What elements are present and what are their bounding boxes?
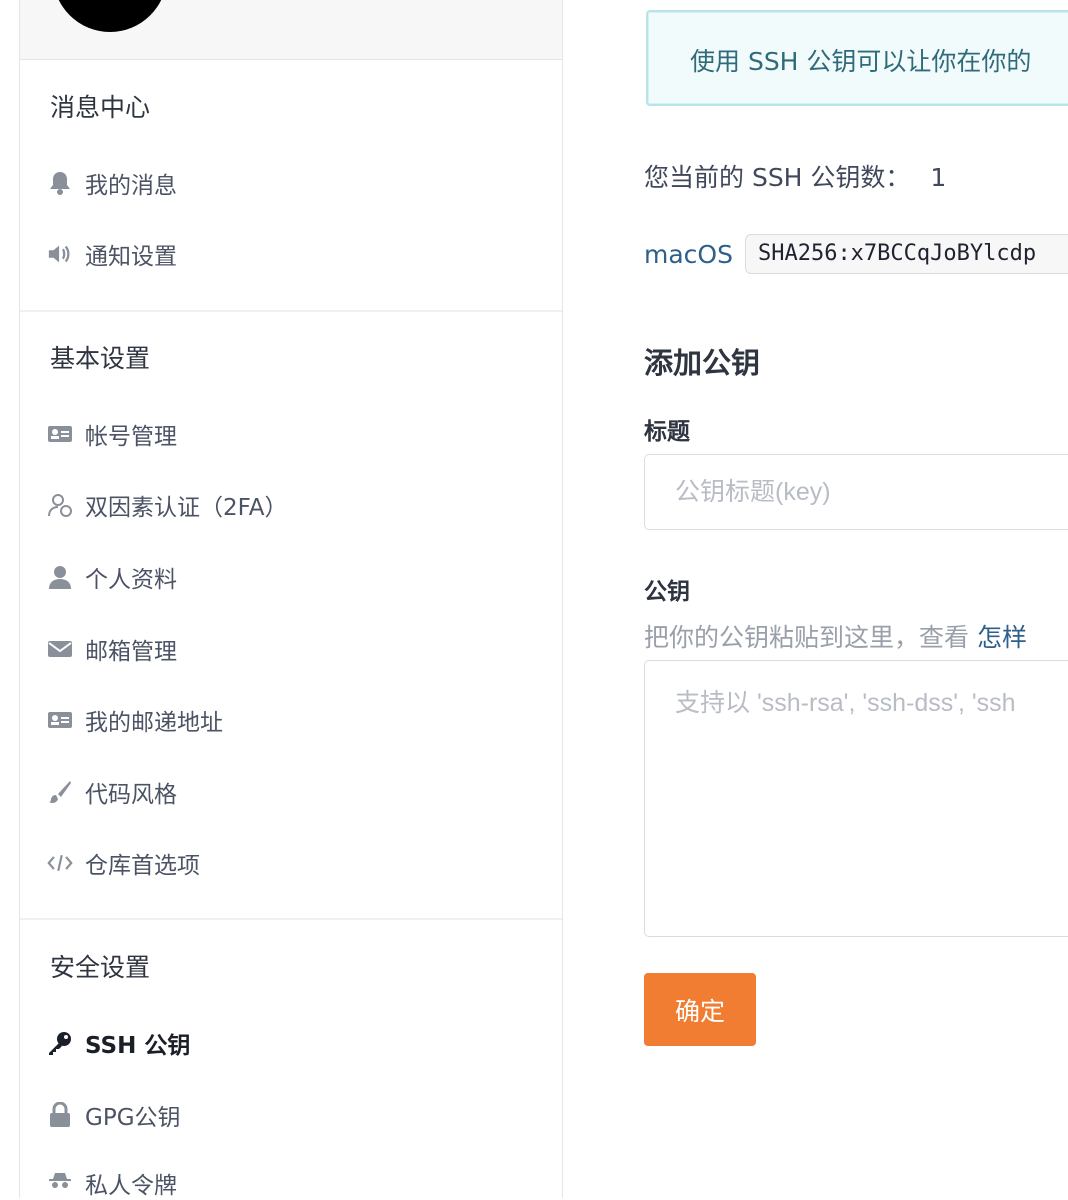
section-title-security-settings: 安全设置 xyxy=(50,953,151,982)
sidebar-item-2fa[interactable]: 双因素认证（2FA） xyxy=(47,488,288,522)
sidebar-item-email[interactable]: 邮箱管理 xyxy=(47,632,177,666)
sidebar-item-label: 邮箱管理 xyxy=(85,639,177,665)
user-icon xyxy=(47,564,73,590)
section-title-messages: 消息中心 xyxy=(50,93,151,122)
sidebar-item-profile[interactable]: 个人资料 xyxy=(47,560,177,594)
settings-sidebar: 消息中心 我的消息 通知设置 基本设置 帐号管理 双因素认证（2FA） 个人资料 xyxy=(19,0,563,1200)
sidebar-item-label: 代码风格 xyxy=(85,782,177,808)
divider xyxy=(20,918,562,920)
info-message-text: 使用 SSH 公钥可以让你在你的 xyxy=(690,47,1032,76)
public-key-textarea[interactable] xyxy=(644,660,1068,937)
sidebar-item-private-tokens[interactable]: 私人令牌 xyxy=(47,1166,177,1200)
key-icon xyxy=(47,1030,73,1056)
ssh-key-count: 您当前的 SSH 公钥数： 1 xyxy=(644,158,946,194)
info-message: 使用 SSH 公钥可以让你在你的 xyxy=(646,10,1068,106)
paint-brush-icon xyxy=(47,779,73,805)
user-outline-icon xyxy=(47,492,73,518)
key-hint-text: 把你的公钥粘贴到这里，查看 xyxy=(644,623,977,652)
sidebar-item-label: 帐号管理 xyxy=(85,424,177,450)
sidebar-item-label: 我的消息 xyxy=(85,173,177,199)
sidebar-item-code-style[interactable]: 代码风格 xyxy=(47,775,177,809)
section-title-basic-settings: 基本设置 xyxy=(50,344,151,373)
lock-icon xyxy=(47,1102,73,1128)
ssh-key-item: macOS SHA256:x7BCCqJoBYlcdp xyxy=(644,234,1068,274)
bell-icon xyxy=(47,170,73,196)
spy-icon xyxy=(47,1170,73,1196)
ssh-keys-panel: 使用 SSH 公钥可以让你在你的 您当前的 SSH 公钥数： 1 macOS S… xyxy=(644,0,1068,1186)
add-key-heading: 添加公钥 xyxy=(644,346,761,380)
sidebar-item-label: 仓库首选项 xyxy=(85,853,200,879)
sidebar-item-ssh-keys[interactable]: SSH 公钥 xyxy=(47,1026,190,1060)
ssh-key-name[interactable]: macOS xyxy=(644,240,733,269)
code-icon xyxy=(47,850,73,876)
id-card-icon xyxy=(47,707,73,733)
ssh-key-fingerprint: SHA256:x7BCCqJoBYlcdp xyxy=(744,234,1068,274)
key-hint: 把你的公钥粘贴到这里，查看 怎样 xyxy=(644,618,1027,654)
ssh-key-count-value: 1 xyxy=(930,163,947,192)
ssh-key-count-label: 您当前的 SSH 公钥数： xyxy=(644,163,911,192)
sidebar-item-repo-preferences[interactable]: 仓库首选项 xyxy=(47,846,200,880)
sidebar-item-label: 通知设置 xyxy=(85,244,177,270)
sidebar-item-label: 我的邮递地址 xyxy=(85,710,223,736)
divider xyxy=(20,310,562,312)
sidebar-item-label: 个人资料 xyxy=(85,567,177,593)
envelope-icon xyxy=(47,636,73,662)
key-title-input[interactable] xyxy=(644,454,1068,530)
how-to-link[interactable]: 怎样 xyxy=(977,623,1027,652)
sidebar-item-account[interactable]: 帐号管理 xyxy=(47,417,177,451)
avatar[interactable] xyxy=(53,0,167,32)
sidebar-item-label: 私人令牌 xyxy=(85,1173,177,1199)
submit-button[interactable]: 确定 xyxy=(644,973,756,1046)
sidebar-item-label: 双因素认证（2FA） xyxy=(85,495,288,521)
speaker-icon xyxy=(47,241,73,267)
sidebar-item-notification-settings[interactable]: 通知设置 xyxy=(47,237,177,271)
sidebar-item-label: SSH 公钥 xyxy=(85,1033,191,1059)
sidebar-item-my-messages[interactable]: 我的消息 xyxy=(47,166,177,200)
sidebar-item-mailing-address[interactable]: 我的邮递地址 xyxy=(47,703,223,737)
id-card-icon xyxy=(47,421,73,447)
key-label: 公钥 xyxy=(644,579,690,605)
sidebar-item-gpg-keys[interactable]: GPG公钥 xyxy=(47,1098,181,1132)
sidebar-item-label: GPG公钥 xyxy=(85,1105,181,1131)
title-label: 标题 xyxy=(644,419,690,445)
profile-header xyxy=(20,0,562,60)
